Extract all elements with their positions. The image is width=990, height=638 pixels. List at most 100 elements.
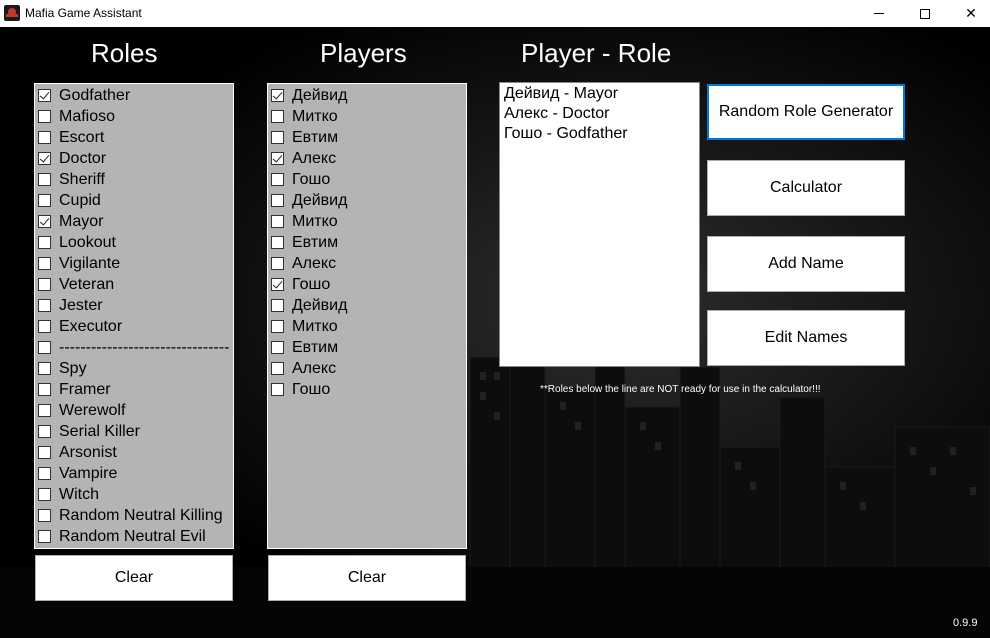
minimize-icon <box>874 13 884 14</box>
checkbox[interactable] <box>38 362 51 375</box>
checkbox[interactable] <box>271 320 284 333</box>
checkbox[interactable] <box>38 110 51 123</box>
player-item-label: Евтим <box>292 233 339 251</box>
role-item[interactable]: Executor <box>37 316 122 337</box>
player-role-list[interactable]: Дейвид - Mayor Алекс - Doctor Гошо - Godfa… <box>499 82 700 367</box>
role-item[interactable]: Witch <box>37 484 99 505</box>
close-button[interactable]: ✕ <box>948 0 990 27</box>
role-item-label: Doctor <box>59 149 107 167</box>
player-item[interactable]: Дейвид <box>270 190 347 211</box>
roles-checklist[interactable]: Godfather Mafioso Escort Doctor Sheriff Cupid… <box>34 83 234 549</box>
role-item[interactable]: Vigilante <box>37 253 120 274</box>
assignment-item[interactable]: Алекс - Doctor <box>504 105 609 123</box>
checkbox[interactable] <box>271 362 284 375</box>
checkbox-checked[interactable] <box>38 152 51 165</box>
players-checklist[interactable]: Дейвид Митко Евтим Алекс Гошо Дейвид Митко Евти… <box>267 83 467 549</box>
checkbox[interactable] <box>38 446 51 459</box>
role-item[interactable]: -------------------------------- <box>37 337 230 358</box>
role-item-label: Lookout <box>59 233 116 251</box>
checkbox[interactable] <box>38 131 51 144</box>
checkbox[interactable] <box>271 110 284 123</box>
maximize-button[interactable] <box>902 0 948 27</box>
player-item[interactable]: Евтим <box>270 127 338 148</box>
checkbox-checked[interactable] <box>271 89 284 102</box>
checkbox[interactable] <box>38 404 51 417</box>
checkbox[interactable] <box>38 257 51 270</box>
checkbox[interactable] <box>38 173 51 186</box>
player-item[interactable]: Алекс <box>270 148 336 169</box>
player-item[interactable]: Гошо <box>270 169 330 190</box>
checkbox-checked[interactable] <box>38 89 51 102</box>
role-item[interactable]: Jester <box>37 295 103 316</box>
role-item-label: Sheriff <box>59 170 105 188</box>
player-item[interactable]: Дейвид <box>270 85 347 106</box>
role-item[interactable]: Doctor <box>37 148 106 169</box>
role-item[interactable]: Escort <box>37 127 104 148</box>
checkbox[interactable] <box>38 488 51 501</box>
checkbox[interactable] <box>271 173 284 186</box>
assignment-item[interactable]: Гошо - Godfather <box>504 125 628 143</box>
role-item[interactable]: Lookout <box>37 232 116 253</box>
assignment-item[interactable]: Дейвид - Mayor <box>504 85 618 103</box>
minimize-button[interactable] <box>856 0 902 27</box>
role-item[interactable]: Mayor <box>37 211 103 232</box>
checkbox[interactable] <box>38 320 51 333</box>
checkbox-checked[interactable] <box>38 215 51 228</box>
role-item[interactable]: Sheriff <box>37 169 105 190</box>
player-item-label: Евтим <box>292 338 339 356</box>
player-item[interactable]: Митко <box>270 106 338 127</box>
player-item[interactable]: Алекс <box>270 358 336 379</box>
role-item-label: Werewolf <box>59 401 126 419</box>
version-label: 0.9.9 <box>953 617 978 629</box>
player-item[interactable]: Гошо <box>270 274 330 295</box>
role-item[interactable]: Werewolf <box>37 400 125 421</box>
checkbox[interactable] <box>38 383 51 396</box>
player-item[interactable]: Митко <box>270 211 338 232</box>
role-item[interactable]: Serial Killer <box>37 421 140 442</box>
role-item[interactable]: Random Neutral Evil <box>37 526 206 547</box>
checkbox[interactable] <box>271 383 284 396</box>
player-item[interactable]: Дейвид <box>270 295 347 316</box>
edit-names-button[interactable]: Edit Names <box>707 310 905 366</box>
checkbox[interactable] <box>38 299 51 312</box>
role-item[interactable]: Cupid <box>37 190 101 211</box>
checkbox[interactable] <box>271 194 284 207</box>
player-item[interactable]: Гошо <box>270 379 330 400</box>
role-item[interactable]: Spy <box>37 358 87 379</box>
checkbox[interactable] <box>38 278 51 291</box>
checkbox[interactable] <box>38 509 51 522</box>
calculator-button[interactable]: Calculator <box>707 160 905 216</box>
role-item[interactable]: Arsonist <box>37 442 117 463</box>
add-name-button[interactable]: Add Name <box>707 236 905 292</box>
checkbox[interactable] <box>38 530 51 543</box>
role-item[interactable]: Godfather <box>37 85 130 106</box>
maximize-icon <box>920 8 930 19</box>
checkbox[interactable] <box>271 257 284 270</box>
role-item-label: -------------------------------- <box>59 338 230 356</box>
checkbox[interactable] <box>38 425 51 438</box>
checkbox-checked[interactable] <box>271 278 284 291</box>
checkbox[interactable] <box>38 194 51 207</box>
checkbox[interactable] <box>271 341 284 354</box>
checkbox[interactable] <box>38 236 51 249</box>
role-item[interactable]: Vampire <box>37 463 117 484</box>
random-role-generator-button[interactable]: Random Role Generator <box>707 84 905 140</box>
checkbox[interactable] <box>271 215 284 228</box>
role-item-label: Serial Killer <box>59 422 140 440</box>
role-item[interactable]: Mafioso <box>37 106 115 127</box>
role-item[interactable]: Random Neutral Killing <box>37 505 223 526</box>
checkbox[interactable] <box>38 341 51 354</box>
checkbox-checked[interactable] <box>271 152 284 165</box>
player-item[interactable]: Алекс <box>270 253 336 274</box>
checkbox[interactable] <box>38 467 51 480</box>
role-item[interactable]: Framer <box>37 379 111 400</box>
player-item[interactable]: Митко <box>270 316 338 337</box>
checkbox[interactable] <box>271 131 284 144</box>
checkbox[interactable] <box>271 299 284 312</box>
checkbox[interactable] <box>271 236 284 249</box>
clear-roles-button[interactable]: Clear <box>35 555 233 601</box>
role-item[interactable]: Veteran <box>37 274 114 295</box>
player-item[interactable]: Евтим <box>270 337 338 358</box>
clear-players-button[interactable]: Clear <box>268 555 466 601</box>
player-item[interactable]: Евтим <box>270 232 338 253</box>
